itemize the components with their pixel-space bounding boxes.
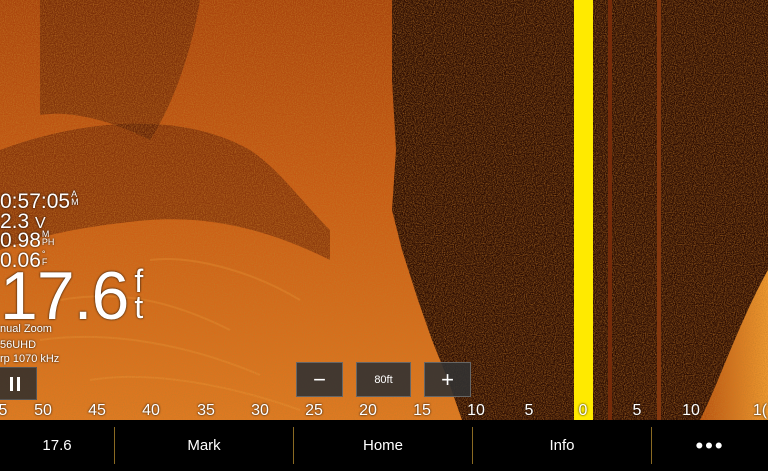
scale-label: 35 bbox=[197, 402, 215, 419]
scale-label: 5 bbox=[632, 402, 642, 419]
home-button[interactable]: Home bbox=[294, 420, 472, 471]
zoom-mode-label: nual Zoom bbox=[0, 323, 52, 335]
scale-label: 0 bbox=[578, 402, 588, 419]
scale-label: 5 bbox=[524, 402, 534, 419]
bottom-bar: 17.6 Mark Home Info ••• bbox=[0, 420, 768, 471]
depth-readout: 17.6 f t bbox=[0, 258, 143, 334]
scale-label: 10 bbox=[682, 402, 700, 419]
range-button[interactable]: 80ft bbox=[356, 362, 411, 397]
zoom-out-button[interactable]: − bbox=[296, 362, 343, 397]
sonar-view[interactable]: 0:57:05A M 2.3 V 0.98M PH 0.06° F 17.6 f t nu… bbox=[0, 0, 768, 420]
scale-label: 20 bbox=[359, 402, 377, 419]
depth-button[interactable]: 17.6 bbox=[0, 420, 114, 471]
pause-icon bbox=[9, 376, 13, 391]
scale-label: 15 bbox=[413, 402, 431, 419]
scale-label: 5 bbox=[0, 402, 8, 419]
scale-label: 25 bbox=[305, 402, 323, 419]
frequency-label: rp 1070 kHz bbox=[0, 353, 60, 365]
info-button[interactable]: Info bbox=[473, 420, 651, 471]
more-options-button[interactable]: ••• bbox=[652, 420, 768, 471]
scale-label: 50 bbox=[34, 402, 52, 419]
scale-label: 1( bbox=[752, 402, 768, 419]
transducer-label: 56UHD bbox=[0, 339, 37, 351]
scale-label: 40 bbox=[142, 402, 160, 419]
sonar-image bbox=[0, 0, 768, 420]
scale-label: 10 bbox=[467, 402, 485, 419]
scale-label: 45 bbox=[88, 402, 106, 419]
pause-button[interactable] bbox=[0, 367, 37, 400]
mark-button[interactable]: Mark bbox=[115, 420, 293, 471]
scale-label: 30 bbox=[251, 402, 269, 419]
zoom-in-button[interactable]: + bbox=[424, 362, 471, 397]
